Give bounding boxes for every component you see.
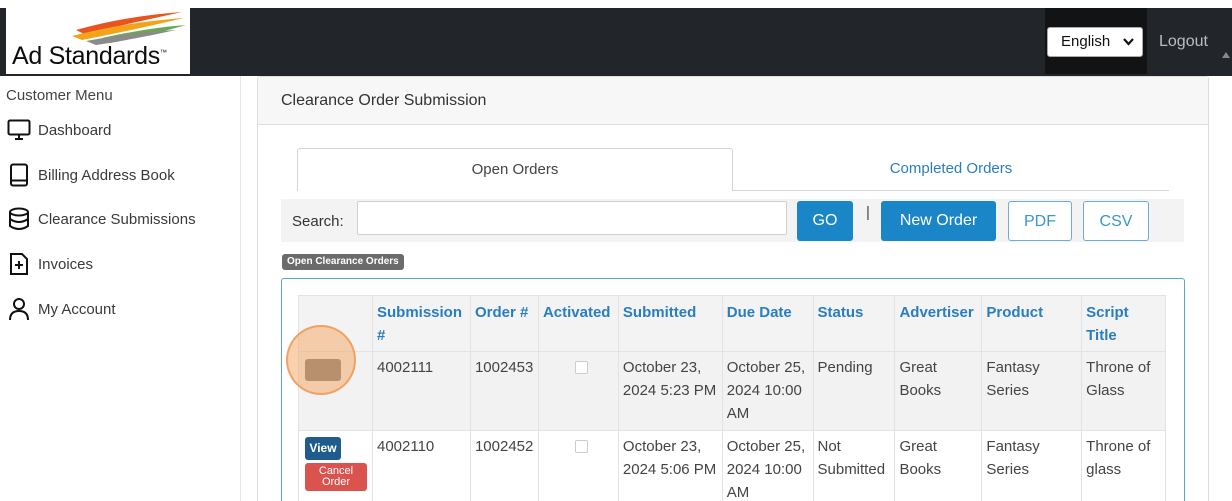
script-title-cell: Throne of Glass [1081, 351, 1166, 431]
view-button[interactable]: View [305, 437, 341, 460]
column-header[interactable]: Product [981, 295, 1083, 352]
product-cell: Fantasy Series [981, 430, 1083, 501]
sidebar-item-billing-address-book[interactable]: Billing Address Book [6, 161, 175, 189]
sidebar-item-label: Dashboard [38, 121, 112, 139]
monitor-icon [6, 117, 32, 143]
submitted-cell: October 23, 2024 5:06 PM [617, 430, 723, 501]
sidebar-item-label: Billing Address Book [38, 166, 175, 184]
user-icon [6, 296, 32, 322]
column-header[interactable]: Due Date [721, 295, 814, 352]
chevron-down-icon [1123, 37, 1134, 49]
pdf-button[interactable]: PDF [1008, 201, 1072, 241]
table-row: 4002111 1002453 October 23, 2024 5:23 PM… [298, 351, 1166, 431]
activated-checkbox[interactable] [574, 361, 588, 374]
logo-text: Ad Standards™ [12, 42, 167, 70]
csv-button[interactable]: CSV [1083, 201, 1149, 241]
orders-table: Submission # Order # Activated Submitted… [298, 295, 1166, 501]
table-row: View Cancel Order 4002110 1002452 Octobe… [298, 430, 1166, 501]
product-cell: Fantasy Series [981, 351, 1083, 431]
book-icon [6, 162, 32, 188]
submitted-cell: October 23, 2024 5:23 PM [617, 351, 723, 431]
activated-cell [537, 351, 619, 431]
column-header[interactable]: Advertiser [894, 295, 983, 352]
column-header[interactable]: Script Title [1081, 295, 1166, 352]
ad-standards-logo[interactable]: Ad Standards™ [6, 8, 190, 74]
tab-open-orders[interactable]: Open Orders [297, 148, 733, 191]
file-plus-icon [6, 251, 32, 277]
advertiser-cell: Great Books [894, 351, 983, 431]
status-cell: Pending [812, 351, 896, 431]
language-select[interactable]: English [1047, 27, 1143, 57]
cancel-order-button[interactable]: Cancel Order [305, 463, 367, 491]
row-actions-cell [298, 351, 373, 431]
scroll-up-arrow-icon[interactable] [1222, 52, 1230, 58]
go-button[interactable]: GO [797, 201, 853, 241]
activated-cell [537, 430, 619, 501]
sidebar-item-label: Clearance Submissions [38, 210, 196, 228]
sidebar-item-dashboard[interactable]: Dashboard [6, 116, 111, 144]
due-date-cell: October 25, 2024 10:00 AM [721, 430, 814, 501]
language-selected: English [1061, 33, 1111, 50]
database-icon [6, 206, 32, 232]
button-separator: | [866, 204, 870, 221]
language-area: English [1045, 8, 1147, 74]
status-cell: Not Submitted [812, 430, 896, 501]
card-header: Clearance Order Submission [258, 77, 1208, 125]
due-date-cell: October 25, 2024 10:00 AM [721, 351, 814, 431]
sidebar-item-clearance-submissions[interactable]: Clearance Submissions [6, 205, 196, 233]
search-label: Search: [292, 213, 344, 230]
column-header[interactable]: Order # [469, 295, 539, 352]
row-action-button[interactable] [305, 359, 341, 381]
activated-checkbox[interactable] [574, 440, 588, 453]
order-cell: 1002453 [469, 351, 539, 431]
column-header[interactable]: Submitted [617, 295, 723, 352]
order-cell: 1002452 [469, 430, 539, 501]
column-header[interactable]: Submission # [371, 295, 471, 352]
row-actions-cell: View Cancel Order [298, 430, 373, 501]
top-header: Ad Standards™ English Logout [0, 8, 1232, 76]
script-title-cell: Throne of glass [1081, 430, 1166, 501]
submission-cell: 4002111 [371, 351, 471, 431]
new-order-button[interactable]: New Order [881, 201, 996, 241]
app-page: Ad Standards™ English Logout Customer Me… [0, 0, 1232, 501]
sidebar-divider [240, 76, 241, 501]
advertiser-cell: Great Books [894, 430, 983, 501]
search-input[interactable] [357, 201, 787, 235]
sidebar-title: Customer Menu [6, 87, 113, 104]
sidebar-item-my-account[interactable]: My Account [6, 295, 116, 323]
sidebar-item-invoices[interactable]: Invoices [6, 250, 93, 278]
sidebar-item-label: Invoices [38, 255, 94, 273]
column-header[interactable]: Status [812, 295, 896, 352]
logout-link[interactable]: Logout [1159, 33, 1208, 51]
table-header-row: Submission # Order # Activated Submitted… [298, 295, 1166, 352]
column-header [298, 295, 373, 352]
tab-completed-orders[interactable]: Completed Orders [733, 148, 1169, 191]
column-header[interactable]: Activated [537, 295, 619, 352]
page-title: Clearance Order Submission [281, 92, 487, 109]
sidebar-item-label: My Account [38, 300, 116, 318]
open-clearance-orders-badge: Open Clearance Orders [282, 254, 404, 270]
submission-cell: 4002110 [371, 430, 471, 501]
